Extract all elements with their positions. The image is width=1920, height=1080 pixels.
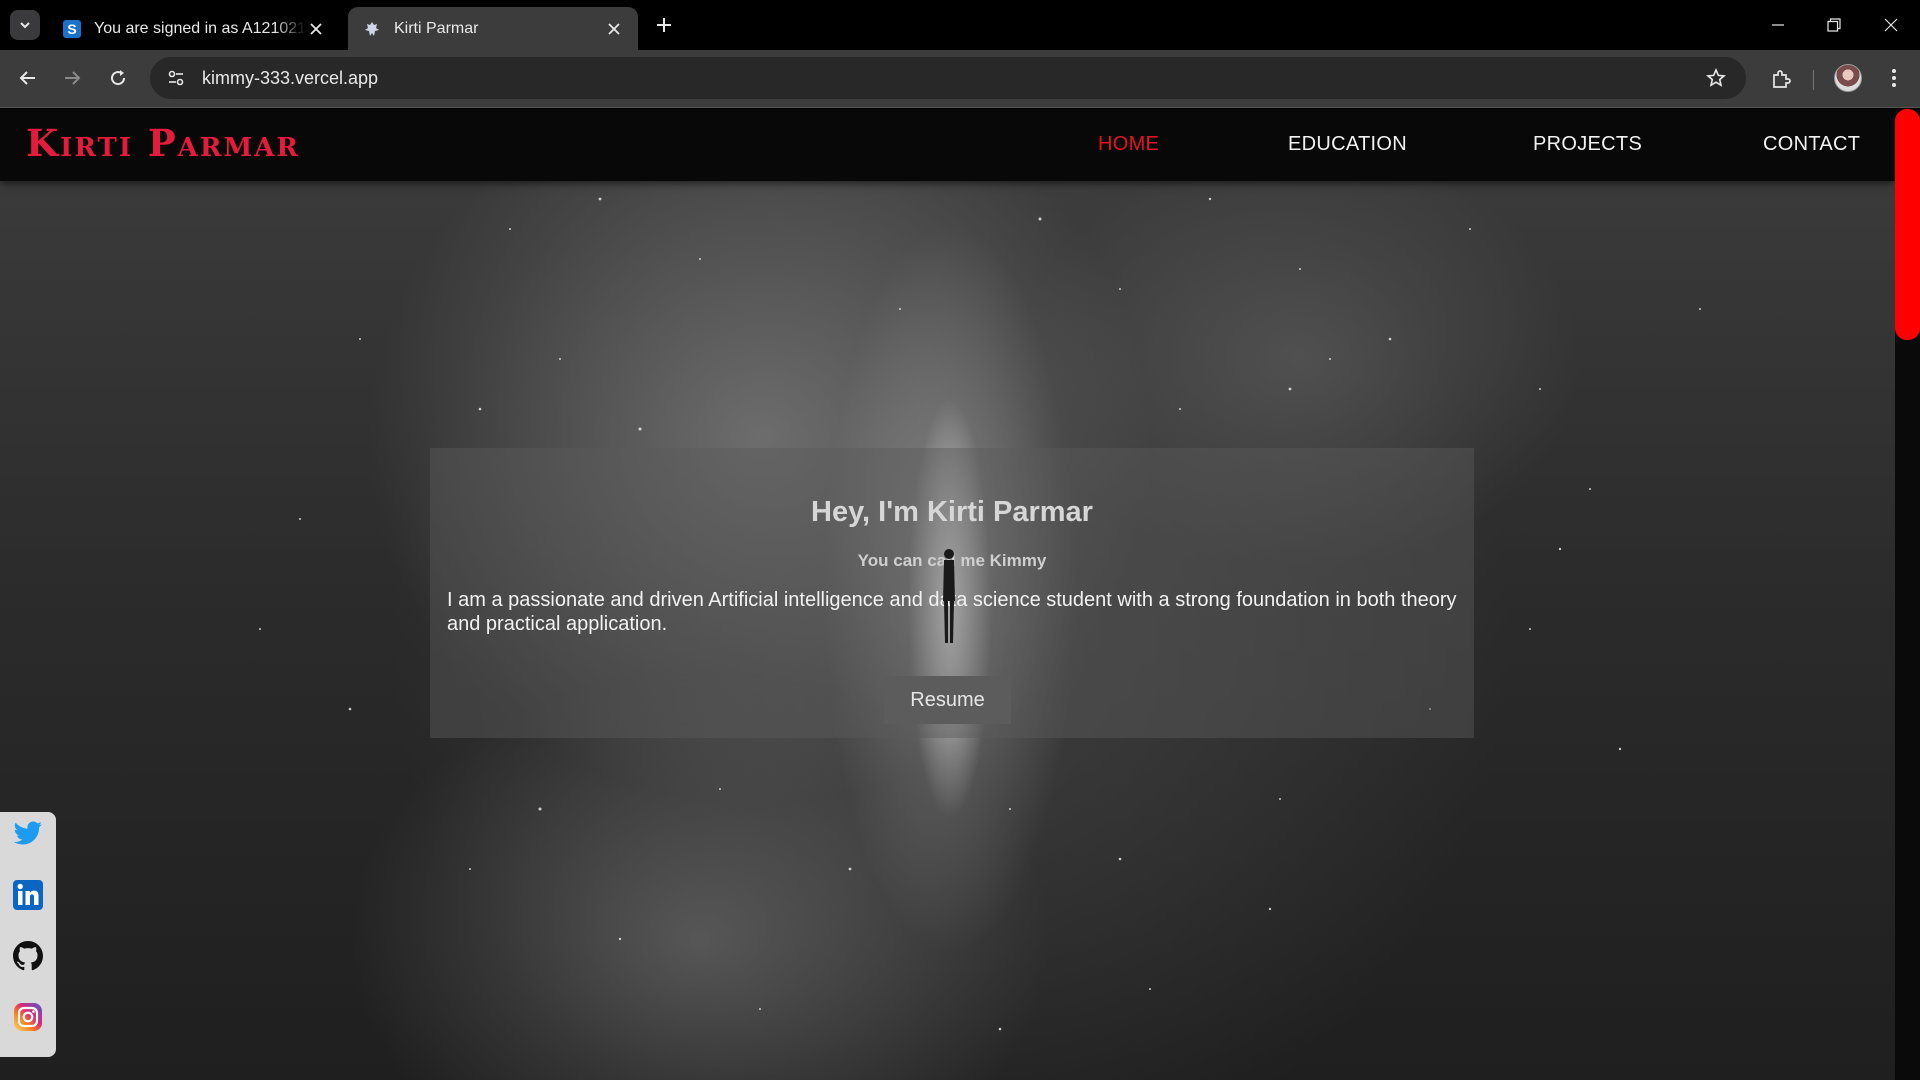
toolbar-divider [1813,70,1814,90]
reload-icon [111,70,126,86]
url-text[interactable]: kimmy-333.vercel.app [202,68,1696,89]
restore-icon [1827,18,1841,32]
nav-projects[interactable]: PROJECTS [1533,133,1642,156]
minimize-icon [1772,24,1784,26]
more-vertical-icon [1892,69,1896,87]
extensions-icon[interactable] [1766,64,1796,94]
linkedin-icon[interactable] [12,879,44,911]
bookmark-star-icon[interactable] [1696,57,1736,99]
forward-button[interactable] [58,64,86,92]
address-bar[interactable]: kimmy-333.vercel.app [150,57,1746,99]
tab-search-button[interactable] [10,10,40,40]
twitter-icon[interactable] [12,818,44,850]
plus-icon [657,18,671,32]
page-viewport: Kirti Parmar HOME EDUCATION PROJECTS CON… [0,109,1895,1080]
site-settings-icon[interactable] [154,57,198,99]
close-tab-icon[interactable] [604,19,624,39]
tab-signed-in[interactable]: S You are signed in as A12102120 [48,7,340,50]
site-navbar: Kirti Parmar HOME EDUCATION PROJECTS CON… [0,109,1895,181]
hero-heading: Hey, I'm Kirti Parmar [811,496,1093,528]
reload-button[interactable] [104,64,132,92]
social-sidebar [0,812,56,1057]
tab-title: You are signed in as A12102120 [94,19,306,37]
arrow-left-icon [19,71,35,85]
browser-toolbar: kimmy-333.vercel.app [0,50,1920,108]
close-tab-icon[interactable] [306,19,326,39]
tab-kirti-parmar[interactable]: Kirti Parmar [348,7,638,50]
instagram-icon[interactable] [12,1001,44,1033]
site-logo[interactable]: Kirti Parmar [26,121,300,165]
profile-avatar[interactable] [1834,64,1862,92]
nav-home[interactable]: HOME [1098,133,1159,156]
close-window-button[interactable] [1871,10,1911,40]
close-icon [1884,18,1898,32]
restore-button[interactable] [1814,10,1854,40]
hedgehog-favicon-icon [362,19,382,39]
s-letter-icon: S [62,19,82,39]
page-scrollbar-thumb[interactable] [1895,109,1920,340]
tab-title: Kirti Parmar [394,19,479,37]
silhouette-figure [943,549,955,643]
back-button[interactable] [14,64,42,92]
chevron-down-icon [20,22,30,29]
nav-education[interactable]: EDUCATION [1288,133,1407,156]
minimize-button[interactable] [1758,10,1798,40]
resume-button[interactable]: Resume [884,676,1011,724]
browser-menu-button[interactable] [1880,64,1908,92]
new-tab-button[interactable] [652,13,676,37]
nav-contact[interactable]: CONTACT [1763,133,1860,156]
arrow-right-icon [65,71,81,85]
svg-text:S: S [67,21,76,37]
github-icon[interactable] [12,940,44,972]
browser-tab-bar: S You are signed in as A12102120 Kirti P… [0,0,1920,50]
